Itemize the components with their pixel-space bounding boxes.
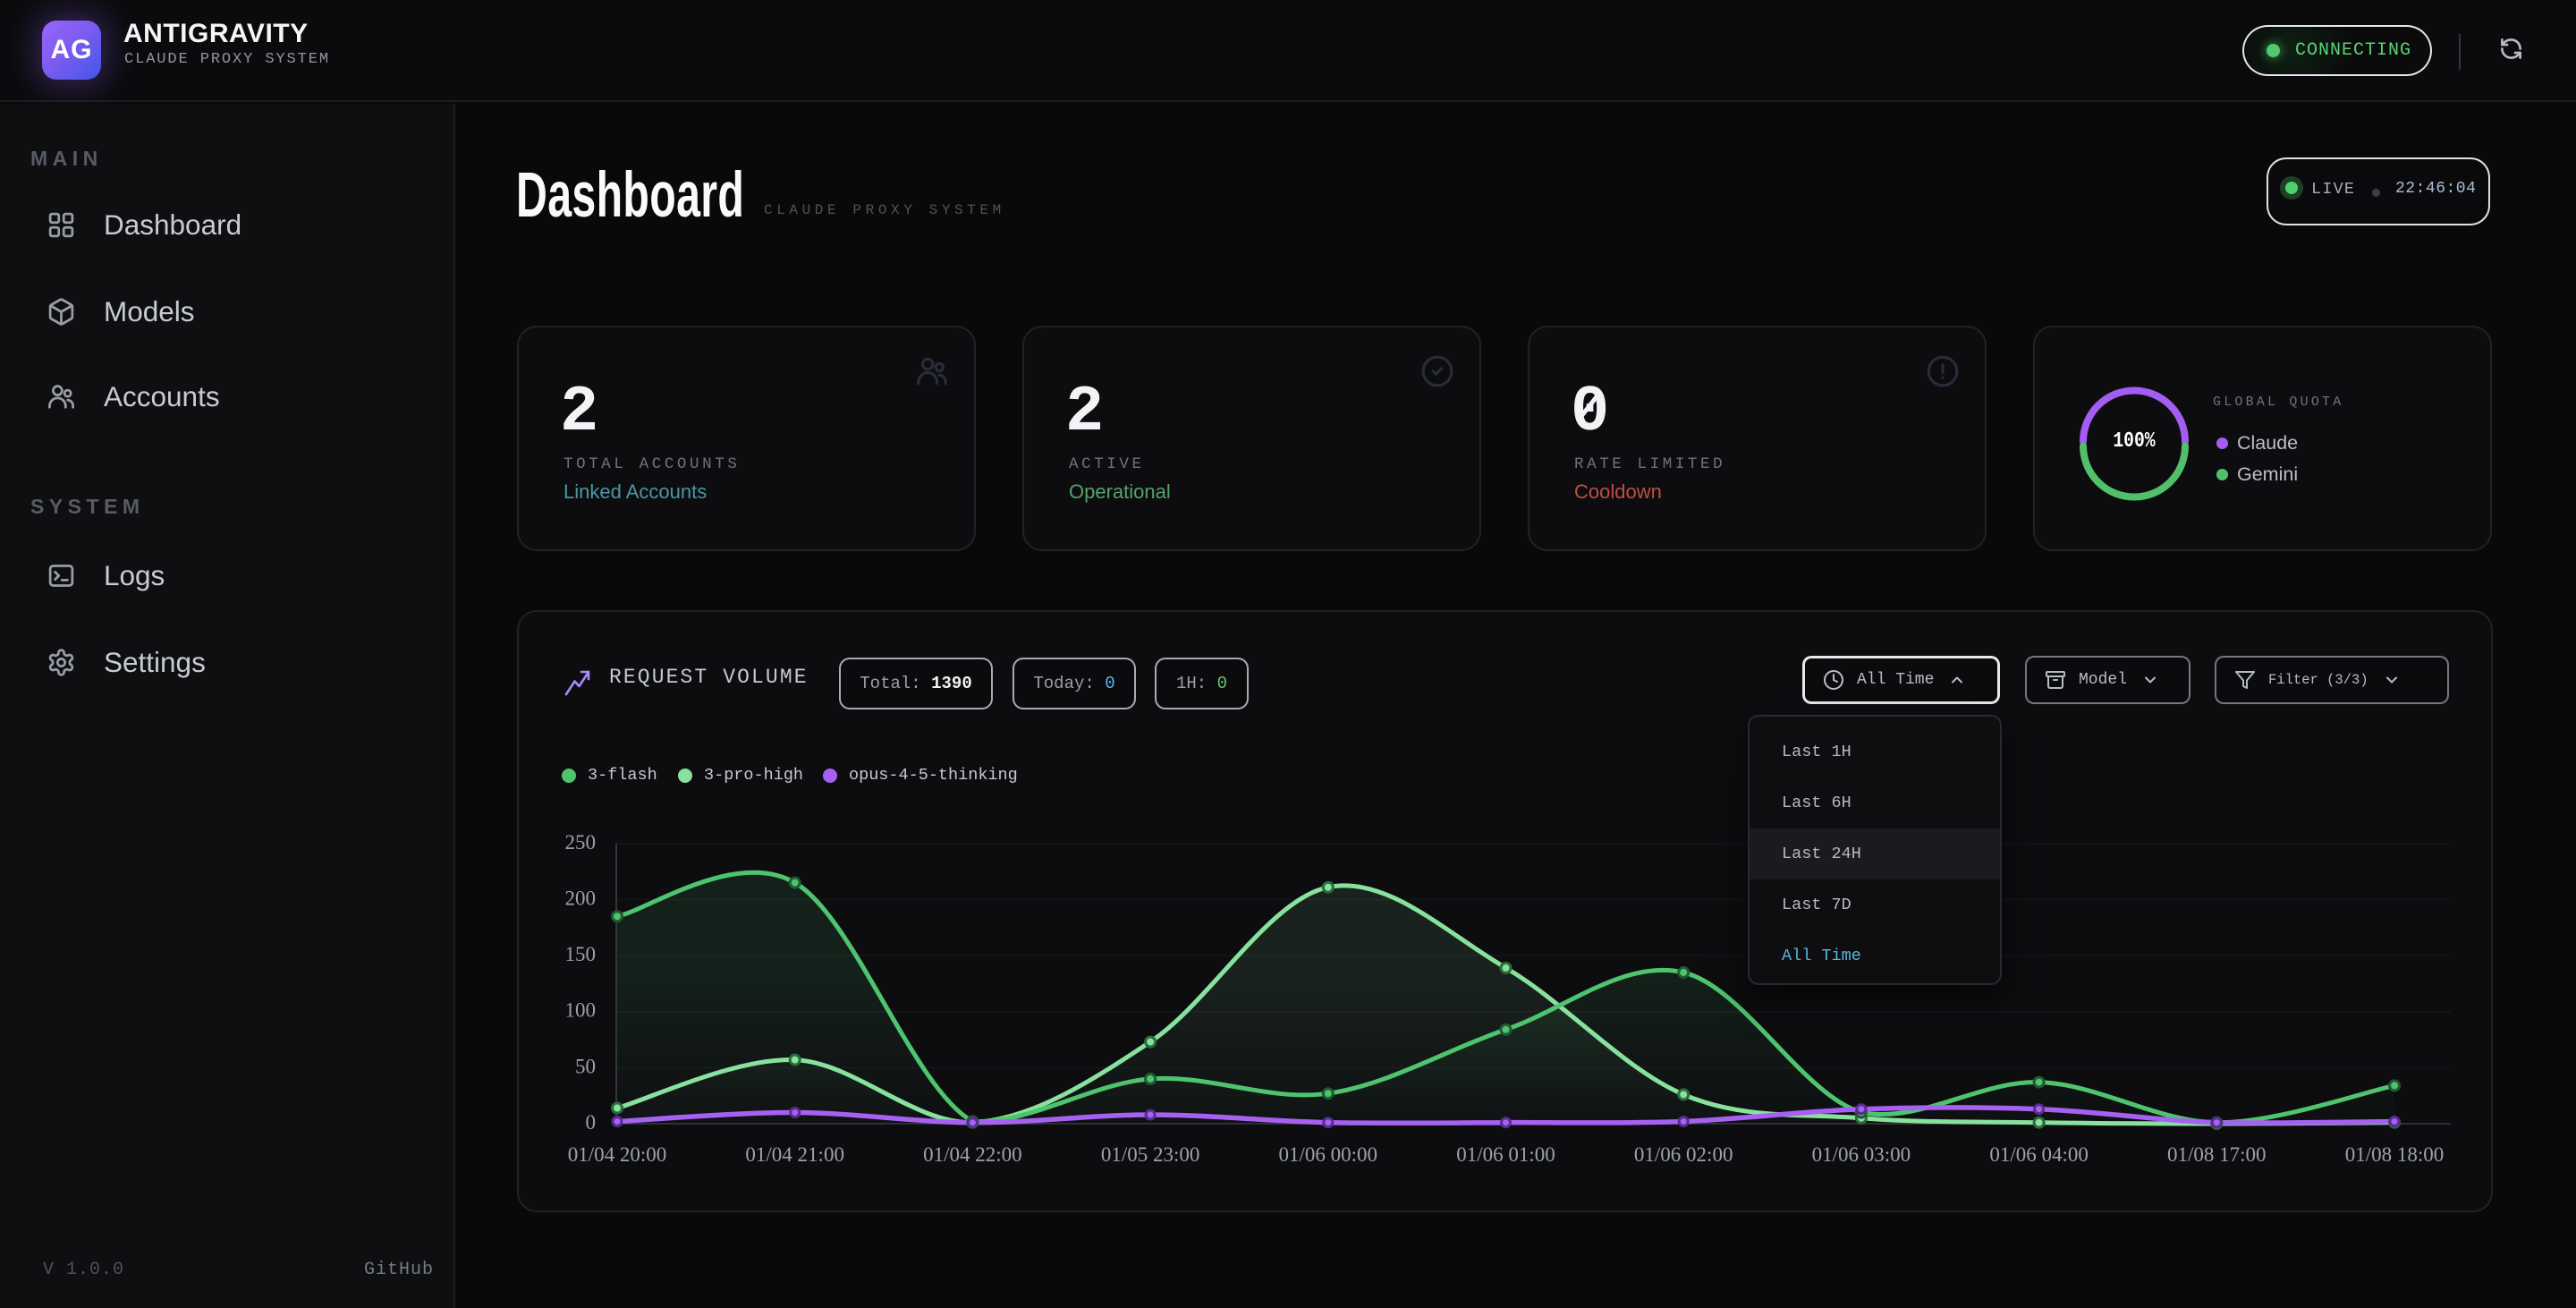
svg-text:01/08 17:00: 01/08 17:00 (2167, 1143, 2267, 1166)
svg-text:01/06 04:00: 01/06 04:00 (1989, 1143, 2089, 1166)
svg-text:250: 250 (565, 831, 597, 854)
svg-text:150: 150 (565, 943, 597, 965)
svg-text:01/05 23:00: 01/05 23:00 (1101, 1143, 1200, 1166)
svg-text:01/06 01:00: 01/06 01:00 (1456, 1143, 1555, 1166)
svg-text:50: 50 (575, 1055, 596, 1077)
svg-text:01/04 21:00: 01/04 21:00 (745, 1143, 844, 1166)
svg-text:01/04 22:00: 01/04 22:00 (923, 1143, 1022, 1166)
svg-text:01/04 20:00: 01/04 20:00 (568, 1143, 667, 1166)
svg-text:01/06 03:00: 01/06 03:00 (1812, 1143, 1911, 1166)
svg-text:200: 200 (565, 887, 597, 909)
svg-text:01/06 00:00: 01/06 00:00 (1279, 1143, 1378, 1166)
svg-text:01/06 02:00: 01/06 02:00 (1634, 1143, 1733, 1166)
svg-text:0: 0 (586, 1111, 597, 1134)
svg-text:100: 100 (565, 999, 597, 1022)
svg-text:01/08 18:00: 01/08 18:00 (2345, 1143, 2445, 1166)
